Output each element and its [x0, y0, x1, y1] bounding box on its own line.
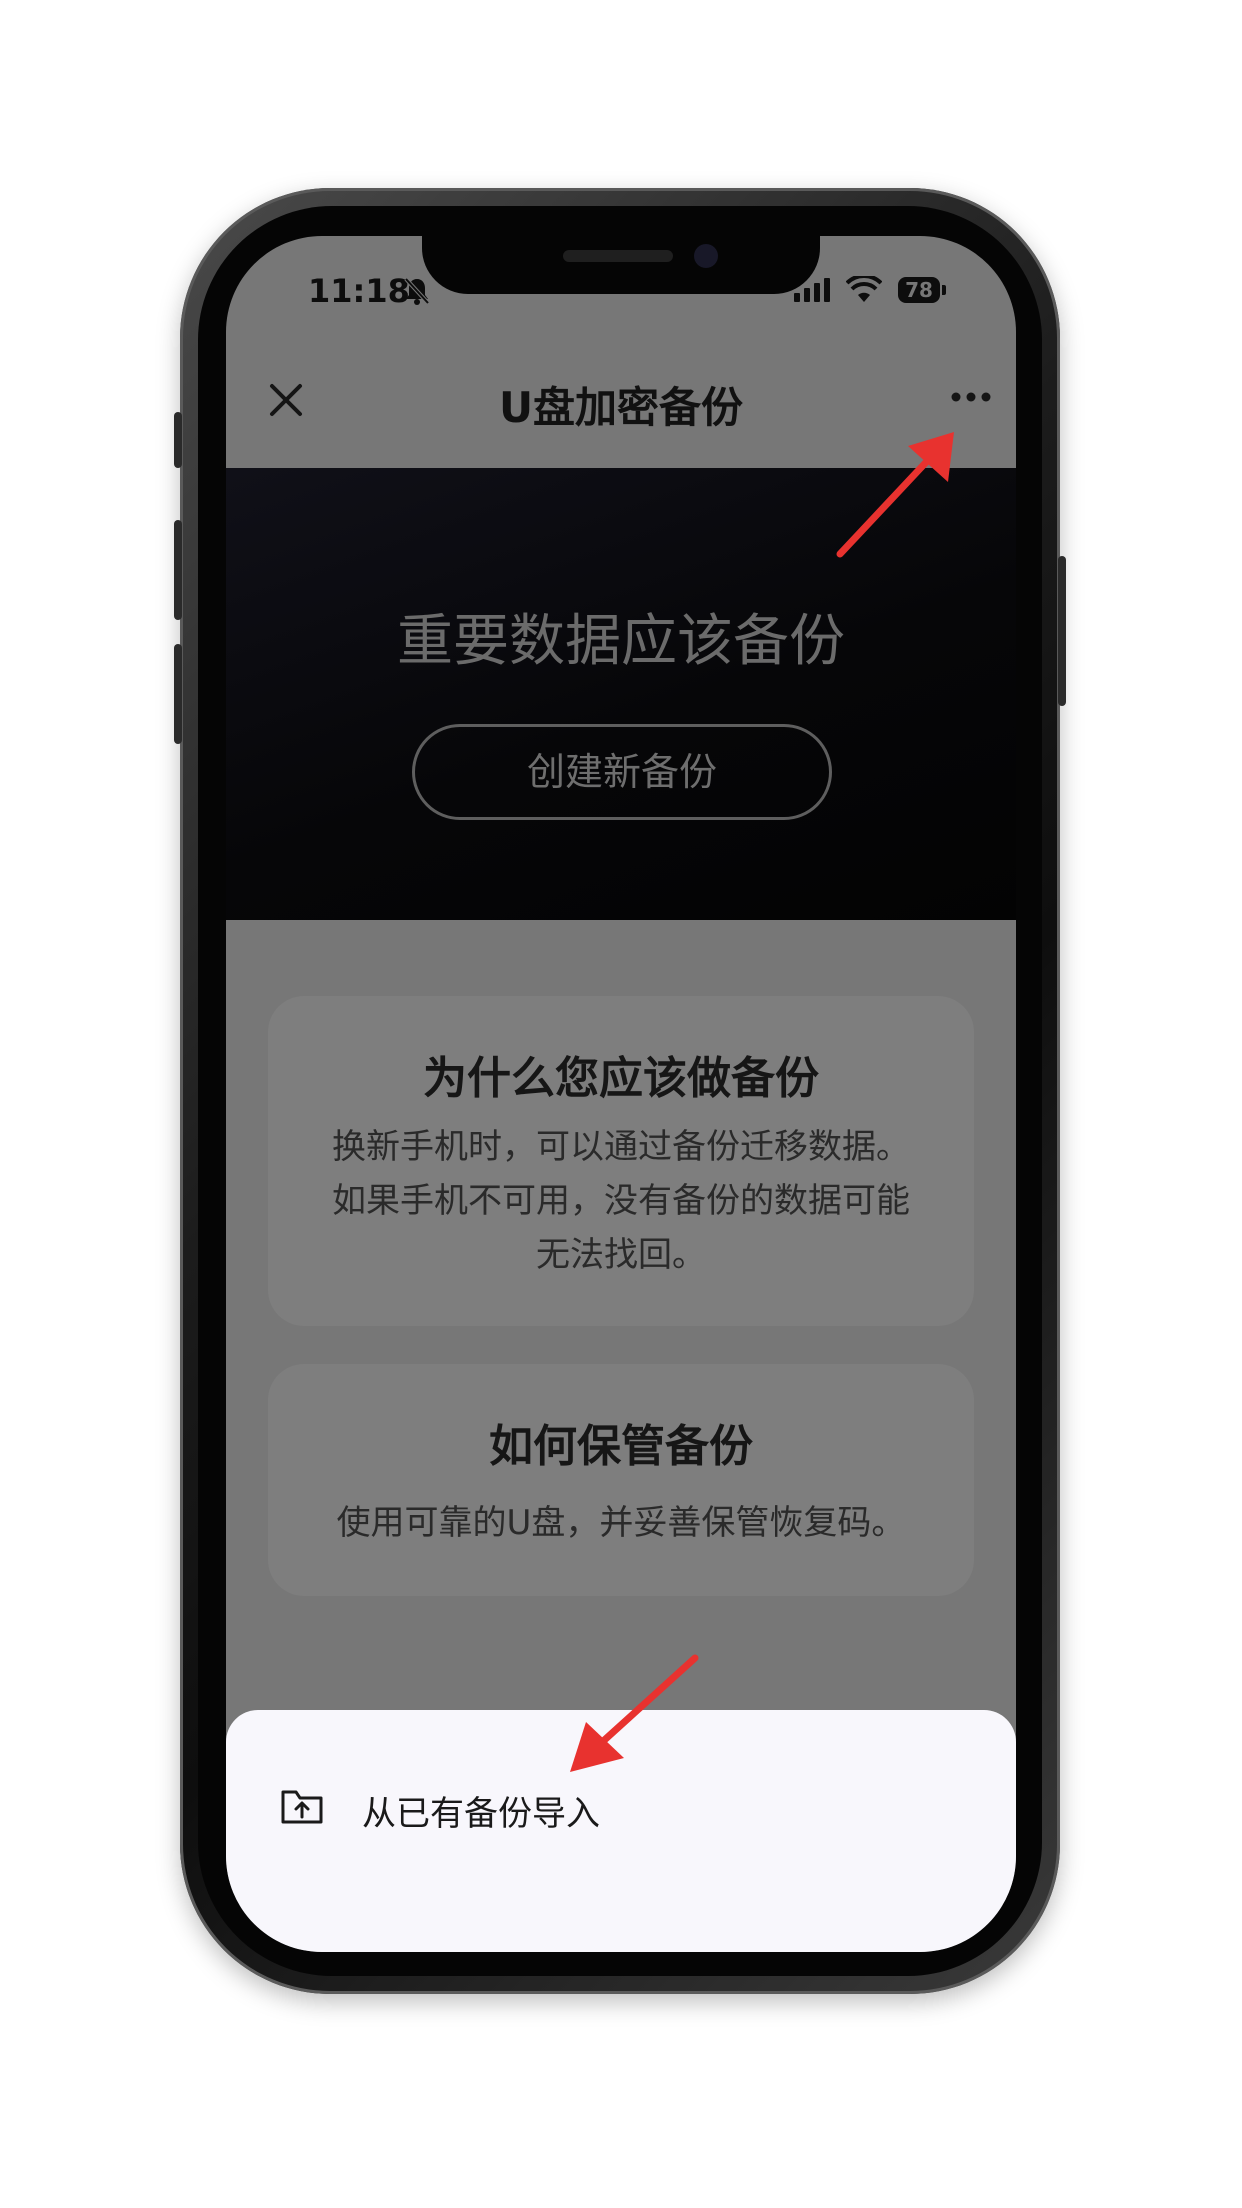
card-text-line: 如果手机不可用，没有备份的数据可能 [332, 1181, 910, 1221]
card-text-line: 换新手机时，可以通过备份迁移数据。 [332, 1127, 910, 1167]
card-title: 为什么您应该做备份 [423, 1053, 819, 1104]
import-backup-item[interactable]: 从已有备份导入 [280, 1774, 980, 1844]
annotation-arrow-top [836, 432, 954, 558]
more-icon[interactable] [946, 382, 996, 412]
side-button-power [1058, 556, 1066, 706]
hero-title: 重要数据应该备份 [397, 609, 845, 674]
why-backup-card: 为什么您应该做备份 换新手机时，可以通过备份迁移数据。 如果手机不可用，没有备份… [268, 996, 974, 1326]
side-button-volume-up [174, 520, 182, 620]
battery-icon: 78 [898, 277, 940, 303]
status-time: 11:18 [308, 272, 410, 310]
create-backup-button[interactable]: 创建新备份 [412, 724, 832, 820]
side-button-silent [174, 412, 182, 468]
battery-tip [942, 285, 946, 295]
import-backup-label: 从已有备份导入 [362, 1794, 600, 1834]
card-text-line: 使用可靠的U盘，并妥善保管恢复码。 [336, 1503, 906, 1543]
wifi-icon [846, 276, 882, 302]
card-title: 如何保管备份 [489, 1421, 753, 1472]
side-button-volume-down [174, 644, 182, 744]
annotation-arrow-bottom [570, 1654, 699, 1772]
folder-upload-icon [281, 1790, 323, 1824]
card-text: 换新手机时，可以通过备份迁移数据。 如果手机不可用，没有备份的数据可能 无法找回… [298, 1120, 944, 1282]
bell-slash-icon [404, 277, 430, 305]
how-to-keep-card: 如何保管备份 使用可靠的U盘，并妥善保管恢复码。 [268, 1364, 974, 1596]
notch [422, 236, 820, 294]
card-text: 使用可靠的U盘，并妥善保管恢复码。 [298, 1496, 944, 1550]
card-text-line: 无法找回。 [536, 1235, 706, 1275]
notch-speaker [563, 250, 673, 262]
camera-icon [694, 244, 718, 268]
